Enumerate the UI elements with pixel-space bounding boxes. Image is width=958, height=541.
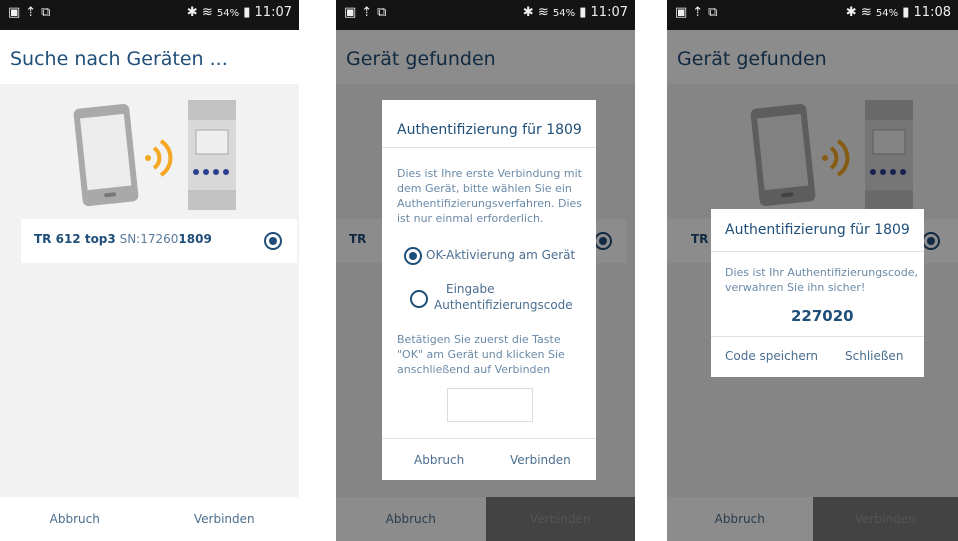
- clock: 11:07: [590, 5, 628, 20]
- bluetooth-icon: ✱: [845, 5, 857, 20]
- device-radio[interactable]: [264, 232, 282, 250]
- clock: 11:07: [254, 5, 292, 20]
- dialog-title: Authentifizierung für 1809: [397, 122, 582, 138]
- option-code-label-1[interactable]: Eingabe: [446, 282, 495, 297]
- status-right: ✱ ≋ 54% ▮ 11:08: [846, 5, 951, 20]
- device-model: TR 612 top3: [34, 232, 116, 246]
- battery-icon: ▮: [902, 5, 910, 20]
- dialog-divider: [711, 336, 924, 337]
- save-code-button[interactable]: Code speichern: [725, 349, 818, 363]
- dialog-connect-button[interactable]: Verbinden: [510, 453, 571, 467]
- screen-search: ▣⇡⧉ ✱ ≋ 54% ▮ 11:07 Suche nach Geräten .…: [0, 0, 299, 541]
- notification-icons: ▣⇡⧉: [8, 5, 56, 20]
- dialog-divider: [382, 438, 596, 439]
- dialog-text: Dies ist Ihr Authentifizierungscode, ver…: [725, 266, 918, 294]
- auth-method-dialog: Authentifizierung für 1809 Dies ist Ihre…: [382, 100, 596, 480]
- status-bar: ▣⇡⧉ ✱ ≋ 54% ▮ 11:08: [667, 0, 958, 30]
- connection-illustration: [71, 100, 238, 212]
- status-right: ✱ ≋ 54% ▮ 11:07: [523, 5, 628, 20]
- notification-icons: ▣⇡⧉: [344, 5, 392, 20]
- battery-percent: 54%: [552, 8, 576, 19]
- wifi-icon: ≋: [860, 5, 872, 20]
- notification-icons: ▣⇡⧉: [675, 5, 723, 20]
- auth-code-dialog: Authentifizierung für 1809 Dies ist Ihr …: [711, 209, 924, 377]
- auth-code: 227020: [791, 307, 854, 325]
- battery-percent: 54%: [216, 8, 240, 19]
- screen-auth-code: ▣⇡⧉ ✱ ≋ 54% ▮ 11:08 Gerät gefunden TR Ab…: [667, 0, 958, 541]
- status-right: ✱ ≋ 54% ▮ 11:07: [187, 5, 292, 20]
- close-button[interactable]: Schließen: [845, 349, 903, 363]
- screen-auth-choice: ▣⇡⧉ ✱ ≋ 54% ▮ 11:07 Gerät gefunden TR Ab…: [336, 0, 635, 541]
- option-ok-radio[interactable]: [404, 247, 422, 265]
- cancel-button[interactable]: Abbruch: [0, 497, 150, 541]
- dialog-intro: Dies ist Ihre erste Verbindung mit dem G…: [397, 167, 583, 225]
- device-sn-prefix: 17260: [140, 232, 179, 246]
- page-title: Suche nach Geräten ...: [10, 48, 228, 70]
- bluetooth-icon: ✱: [522, 5, 534, 20]
- bottom-bar: Abbruch Verbinden: [0, 497, 299, 541]
- bluetooth-icon: ✱: [186, 5, 198, 20]
- device-list-item[interactable]: TR 612 top3 SN:172601809: [21, 219, 297, 263]
- status-bar: ▣⇡⧉ ✱ ≋ 54% ▮ 11:07: [336, 0, 635, 30]
- dialog-title: Authentifizierung für 1809: [725, 222, 910, 238]
- device-sn-label: SN:: [119, 232, 141, 246]
- battery-icon: ▮: [579, 5, 587, 20]
- connect-button[interactable]: Verbinden: [150, 497, 300, 541]
- device-label: TR 612 top3 SN:172601809: [34, 232, 212, 246]
- dialog-cancel-button[interactable]: Abbruch: [414, 453, 464, 467]
- dialog-divider: [711, 251, 924, 252]
- option-code-radio[interactable]: [410, 290, 428, 308]
- status-bar: ▣⇡⧉ ✱ ≋ 54% ▮ 11:07: [0, 0, 299, 30]
- clock: 11:08: [913, 5, 951, 20]
- dialog-divider: [382, 147, 596, 148]
- wifi-icon: ≋: [201, 5, 213, 20]
- battery-icon: ▮: [243, 5, 251, 20]
- dialog-instruction: Betätigen Sie zuerst die Taste "OK" am G…: [397, 333, 565, 376]
- app-bar: Suche nach Geräten ...: [0, 30, 299, 84]
- content-area: TR 612 top3 SN:172601809: [0, 84, 299, 497]
- option-code-label-2[interactable]: Authentifizierungscode: [434, 298, 573, 313]
- battery-percent: 54%: [875, 8, 899, 19]
- wifi-icon: ≋: [537, 5, 549, 20]
- code-input[interactable]: [447, 388, 533, 422]
- option-ok-label[interactable]: OK-Aktivierung am Gerät: [426, 248, 575, 263]
- device-sn-suffix: 1809: [178, 232, 212, 246]
